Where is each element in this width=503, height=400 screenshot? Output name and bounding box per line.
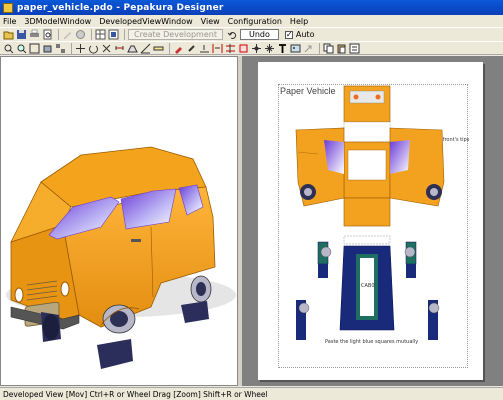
open-icon[interactable] [3,29,14,40]
select-icon[interactable] [29,43,40,54]
rotate-icon[interactable] [88,43,99,54]
menu-file[interactable]: File [3,17,16,26]
grid-icon[interactable] [95,29,106,40]
copy-icon[interactable] [323,43,334,54]
undo-button[interactable]: Undo [239,29,279,40]
window-title: paper_vehicle.pdo - Pepakura Designer [17,2,224,13]
title-bar[interactable]: paper_vehicle.pdo - Pepakura Designer [0,0,503,15]
zoom-icon[interactable] [16,43,27,54]
main-toolbar: Create Development Undo ✓ Auto [0,27,503,41]
image-icon[interactable] [290,43,301,54]
car-unfold-pattern [295,85,445,340]
measure-icon[interactable] [153,43,164,54]
texture-icon[interactable] [108,29,119,40]
toolbar-separator [58,29,59,40]
menu-bar: File 3DModelWindow DevelopedViewWindow V… [0,15,503,27]
line-icon[interactable] [199,43,210,54]
undo-icon[interactable] [227,29,238,40]
print-icon[interactable] [29,29,40,40]
menu-3d-model-window[interactable]: 3DModelWindow [24,17,91,26]
angle-icon[interactable] [140,43,151,54]
join-icon[interactable] [114,43,125,54]
edit-toolbar [0,41,503,55]
move-icon[interactable] [75,43,86,54]
menu-help[interactable]: Help [290,17,308,26]
chassis-label: CAB0 [361,283,375,289]
edit-icon[interactable] [62,29,73,40]
application-window: paper_vehicle.pdo - Pepakura Designer Fi… [0,0,503,400]
menu-developed-view-window[interactable]: DevelopedViewWindow [99,17,192,26]
paint-icon[interactable] [173,43,184,54]
sphere-icon[interactable] [75,29,86,40]
toolbar-separator [319,42,320,54]
wheel-front-left [41,312,61,342]
toolbar-separator [91,29,92,40]
menu-view[interactable]: View [201,17,220,26]
app-icon [3,2,13,13]
save-icon[interactable] [16,29,27,40]
box-icon[interactable] [42,43,53,54]
flap-icon[interactable] [127,43,138,54]
auto-checkbox-box[interactable]: ✓ [284,30,293,39]
pattern-icon[interactable] [55,43,66,54]
toolbar-separator [169,42,170,54]
preview-icon[interactable] [42,29,53,40]
menu-configuration[interactable]: Configuration [228,17,282,26]
split-icon[interactable] [212,43,223,54]
3d-model-view[interactable] [0,56,238,386]
status-bar: Developed View [Mov] Ctrl+R or Wheel Dra… [0,387,503,400]
edge-icon[interactable] [238,43,249,54]
toolbar-separator [71,42,72,54]
create-development-button[interactable]: Create Development [128,29,223,40]
center-icon[interactable] [264,43,275,54]
cut-icon[interactable] [101,43,112,54]
arrow-icon[interactable] [303,43,314,54]
toolbar-separator [124,29,125,40]
auto-checkbox-label: Auto [295,30,315,39]
auto-checkbox[interactable]: ✓ Auto [284,30,315,39]
paper-sheet[interactable]: Paper Vehicle Paste roof with front's ti… [258,62,483,380]
stitch-icon[interactable] [225,43,236,54]
zoom-in-icon[interactable] [3,43,14,54]
paste-icon[interactable] [336,43,347,54]
join-edge-icon[interactable] [251,43,262,54]
developed-view[interactable]: Paper Vehicle Paste roof with front's ti… [242,56,503,386]
settings-icon[interactable] [349,43,360,54]
status-text: Developed View [Mov] Ctrl+R or Wheel Dra… [3,389,268,399]
3d-car-model[interactable] [1,57,237,385]
text-icon[interactable] [277,43,288,54]
brush-icon[interactable] [186,43,197,54]
